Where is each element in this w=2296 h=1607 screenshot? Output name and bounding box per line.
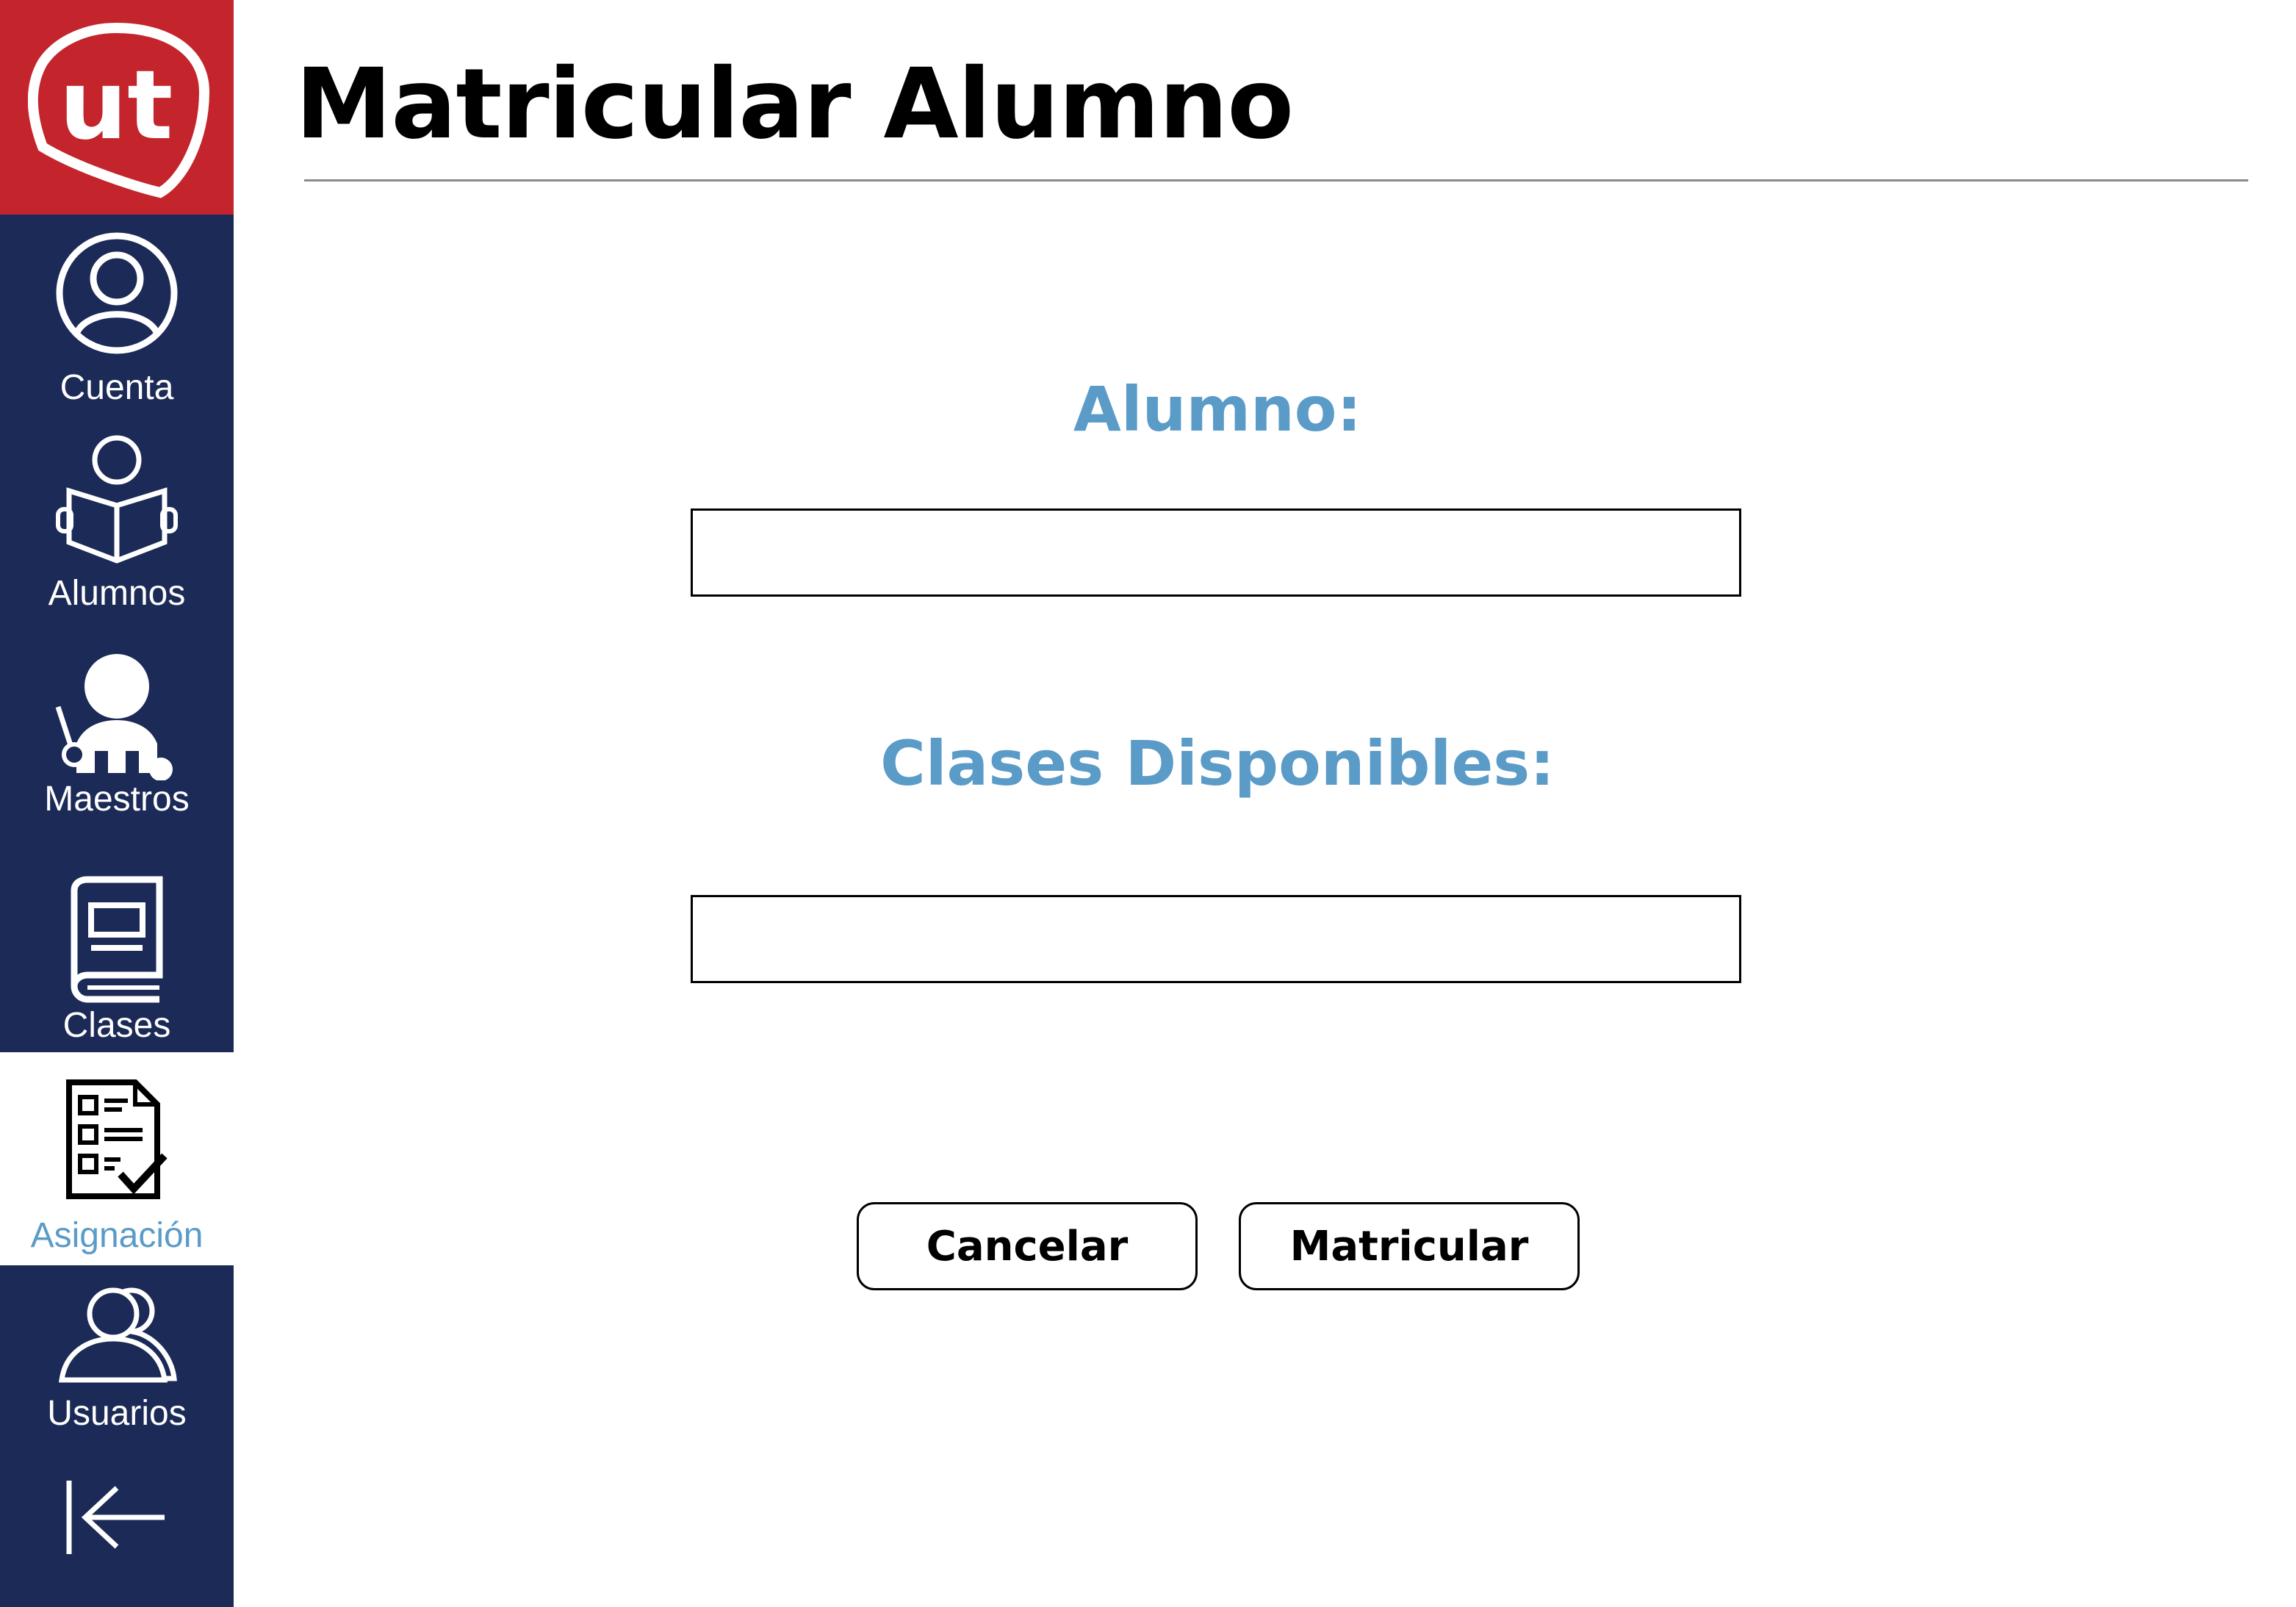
matricular-button[interactable]: Matricular [1239, 1202, 1580, 1290]
page-title: Matricular Alumno [295, 48, 1294, 161]
sidebar-item-label: Clases [62, 1006, 171, 1045]
sidebar-item-asignacion[interactable]: Asignación [0, 1052, 234, 1265]
alumno-label: Alumno: [1073, 373, 1362, 445]
book-icon [0, 876, 234, 1008]
clases-label: Clases Disponibles: [880, 727, 1555, 799]
sidebar-item-label: Asignación [30, 1216, 204, 1255]
teacher-icon [0, 648, 234, 780]
sidebar-item-cuenta[interactable]: Cuenta [0, 220, 234, 411]
logo-text: ut [60, 49, 173, 161]
logo[interactable]: ut [0, 0, 234, 215]
sidebar-item-label: Maestros [44, 780, 190, 819]
checklist-icon [0, 1079, 234, 1204]
ut-logo-icon: ut [28, 22, 210, 198]
logout-arrow-icon [0, 1477, 234, 1558]
sidebar-item-usuarios[interactable]: Usuarios [0, 1279, 234, 1455]
sidebar-item-maestros[interactable]: Maestros [0, 639, 234, 830]
title-divider [304, 179, 2248, 181]
users-icon [0, 1283, 234, 1386]
sidebar-item-label: Usuarios [47, 1394, 187, 1433]
sidebar: ut Cuenta Alumnos Maestros Clases Asigna… [0, 0, 234, 1607]
clases-disponibles-input[interactable] [691, 895, 1741, 983]
cancel-button[interactable]: Cancelar [857, 1202, 1198, 1290]
sidebar-item-label: Cuenta [60, 368, 174, 407]
alumno-input[interactable] [691, 508, 1741, 597]
logout-button[interactable] [0, 1470, 234, 1565]
sidebar-item-clases[interactable]: Clases [0, 867, 234, 1051]
sidebar-item-label: Alumnos [48, 574, 186, 613]
user-circle-icon [0, 231, 234, 356]
student-reading-icon [0, 432, 234, 564]
sidebar-item-alumnos[interactable]: Alumnos [0, 426, 234, 625]
